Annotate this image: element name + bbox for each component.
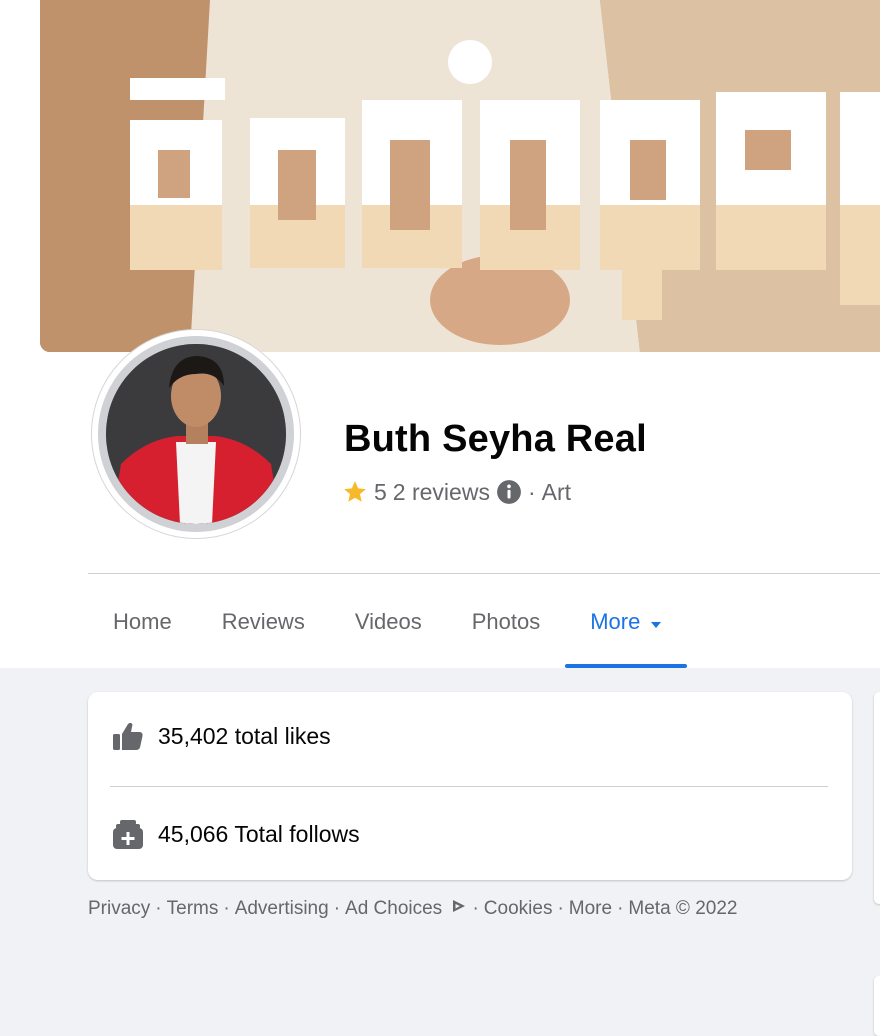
adjacent-card-edge-lower [874, 976, 880, 1036]
tab-more-label: More [590, 609, 641, 634]
ad-choices-icon [451, 898, 467, 920]
adjacent-card-edge [874, 692, 880, 904]
footer-ad-choices-link[interactable]: Ad Choices [345, 898, 467, 920]
card-divider [110, 786, 828, 787]
meta-separator: · [527, 478, 536, 505]
footer-privacy-link[interactable]: Privacy [88, 898, 150, 920]
tab-home[interactable]: Home [88, 576, 197, 668]
footer-separator: · [557, 898, 564, 919]
footer-copyright: Meta © 2022 [628, 898, 738, 919]
header-divider [88, 573, 880, 574]
likes-row: 35,402 total likes [112, 721, 331, 751]
page-title: Buth Seyha Real [344, 418, 647, 460]
footer-separator: · [333, 898, 341, 919]
follow-icon [112, 818, 144, 850]
footer-separator: · [155, 898, 162, 919]
follows-row: 45,066 Total follows [112, 818, 360, 850]
caret-down-icon [650, 609, 662, 635]
cover-photo-artwork [40, 0, 880, 352]
footer-more-link[interactable]: More [569, 898, 612, 920]
tab-more[interactable]: More [565, 576, 688, 668]
page-category[interactable]: Art [542, 479, 571, 506]
likes-count: 35,402 total likes [158, 722, 331, 749]
footer-terms-link[interactable]: Terms [167, 898, 219, 920]
profile-picture-frame [98, 336, 294, 532]
footer-separator: · [617, 898, 624, 919]
footer-separator: · [472, 898, 479, 919]
footer-links: Privacy · Terms · Advertising · Ad Choic… [88, 898, 737, 920]
avatar-photo [106, 344, 286, 524]
reviews-count-link[interactable]: 2 reviews [393, 479, 490, 506]
star-icon [342, 479, 368, 505]
thumbs-up-icon [112, 721, 144, 751]
rating-value: 5 [374, 478, 387, 505]
page-tabs: Home Reviews Videos Photos More [88, 576, 688, 668]
info-icon[interactable] [496, 479, 522, 505]
page-meta-line: 5 2 reviews · Art [342, 476, 571, 508]
intro-card: 35,402 total likes 45,066 Total follows [88, 692, 852, 880]
footer-separator: · [223, 898, 230, 919]
tab-photos[interactable]: Photos [447, 576, 566, 668]
ad-choices-label: Ad Choices [345, 898, 443, 919]
avatar [106, 344, 286, 524]
tab-reviews[interactable]: Reviews [197, 576, 330, 668]
footer-advertising-link[interactable]: Advertising [235, 898, 329, 920]
cover-photo[interactable] [40, 0, 880, 352]
profile-picture[interactable] [92, 330, 300, 538]
follows-count: 45,066 Total follows [158, 820, 360, 847]
tab-videos[interactable]: Videos [330, 576, 447, 668]
footer-cookies-link[interactable]: Cookies [484, 898, 553, 920]
